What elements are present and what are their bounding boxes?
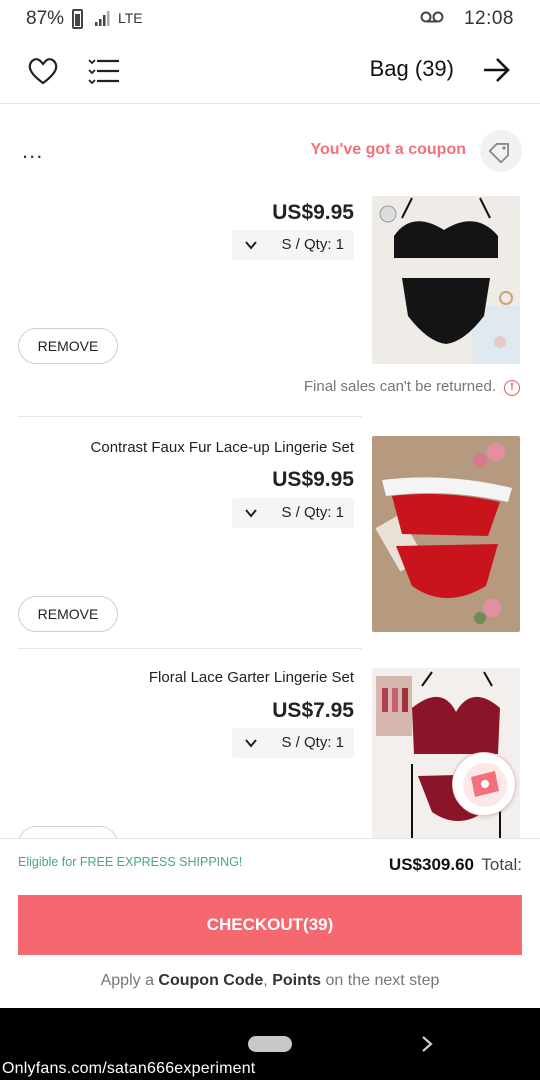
voicemail-icon <box>420 11 444 23</box>
product-image <box>372 196 520 364</box>
floating-coupon-button[interactable] <box>452 752 516 816</box>
heart-icon[interactable] <box>28 57 58 85</box>
app-header: Bag (39) <box>0 38 540 104</box>
total-label: Total: <box>481 855 522 874</box>
item-3-size: S <box>281 734 292 751</box>
coupon-bar[interactable]: You've got a coupon ... <box>0 128 540 172</box>
item-2-name[interactable]: Contrast Faux Fur Lace-up Lingerie Set <box>91 439 354 456</box>
total-value: US$309.60 <box>388 855 474 874</box>
item-2-size: S <box>281 504 292 521</box>
chevron-down-icon <box>245 241 257 250</box>
battery-icon <box>72 9 83 29</box>
coupon-text[interactable]: You've got a coupon <box>310 141 466 159</box>
signal-icon <box>95 11 110 26</box>
item-1-size-qty-select[interactable]: S / Qty: 1 <box>232 230 354 260</box>
item-2-price: US$9.95 <box>272 468 354 491</box>
coupon-tag-icon <box>480 130 522 172</box>
item-1-size: S <box>281 236 292 253</box>
item-2-qty: Qty: 1 <box>303 504 344 521</box>
warning-icon: ! <box>504 380 520 396</box>
item-3-qty: Qty: 1 <box>303 734 344 751</box>
page-title: Bag (39) <box>369 56 454 81</box>
ticket-icon <box>463 763 507 807</box>
item-1-remove-button[interactable]: REMOVE <box>18 328 118 364</box>
item-divider <box>18 648 362 649</box>
home-pill-button[interactable] <box>248 1036 292 1052</box>
chevron-down-icon <box>245 739 257 748</box>
battery-percentage: 87% <box>26 8 65 29</box>
item-2-size-qty-select[interactable]: S / Qty: 1 <box>232 498 354 528</box>
chevron-right-icon[interactable] <box>420 1034 434 1054</box>
sort-list-icon[interactable] <box>88 58 120 84</box>
checkout-button[interactable]: CHECKOUT(39) <box>18 895 522 955</box>
network-type: LTE <box>118 10 143 26</box>
item-3-name[interactable]: Floral Lace Garter Lingerie Set <box>149 669 354 686</box>
checkout-panel: Total: US$309.60 Eligible for FREE EXPRE… <box>0 838 540 1008</box>
product-image-black-set[interactable] <box>372 196 520 364</box>
back-arrow-icon[interactable] <box>482 56 510 84</box>
free-shipping-note: Eligible for FREE EXPRESS SHIPPING! <box>18 855 243 869</box>
product-image <box>372 436 520 632</box>
chevron-down-icon <box>245 509 257 518</box>
product-image-red-fur-set[interactable] <box>372 436 520 632</box>
item-2-remove-button[interactable]: REMOVE <box>18 596 118 632</box>
more-options-icon[interactable]: ... <box>22 138 43 164</box>
status-bar: 12:08 87% LTE <box>0 0 540 38</box>
item-3-size-qty-select[interactable]: S / Qty: 1 <box>232 728 354 758</box>
clock: 12:08 <box>463 8 514 29</box>
apply-coupon-hint: Apply a Coupon Code, Points on the next … <box>100 972 440 989</box>
item-3-price: US$7.95 <box>272 699 354 722</box>
system-nav-bar: Onlyfans.com/satan666experiment <box>0 1008 540 1080</box>
watermark-text: Onlyfans.com/satan666experiment <box>2 1060 256 1077</box>
item-1-qty: Qty: 1 <box>303 236 344 253</box>
item-divider <box>18 416 362 417</box>
item-1-price: US$9.95 <box>272 201 354 224</box>
final-sale-note: Final sales can't be returned. <box>303 378 496 395</box>
